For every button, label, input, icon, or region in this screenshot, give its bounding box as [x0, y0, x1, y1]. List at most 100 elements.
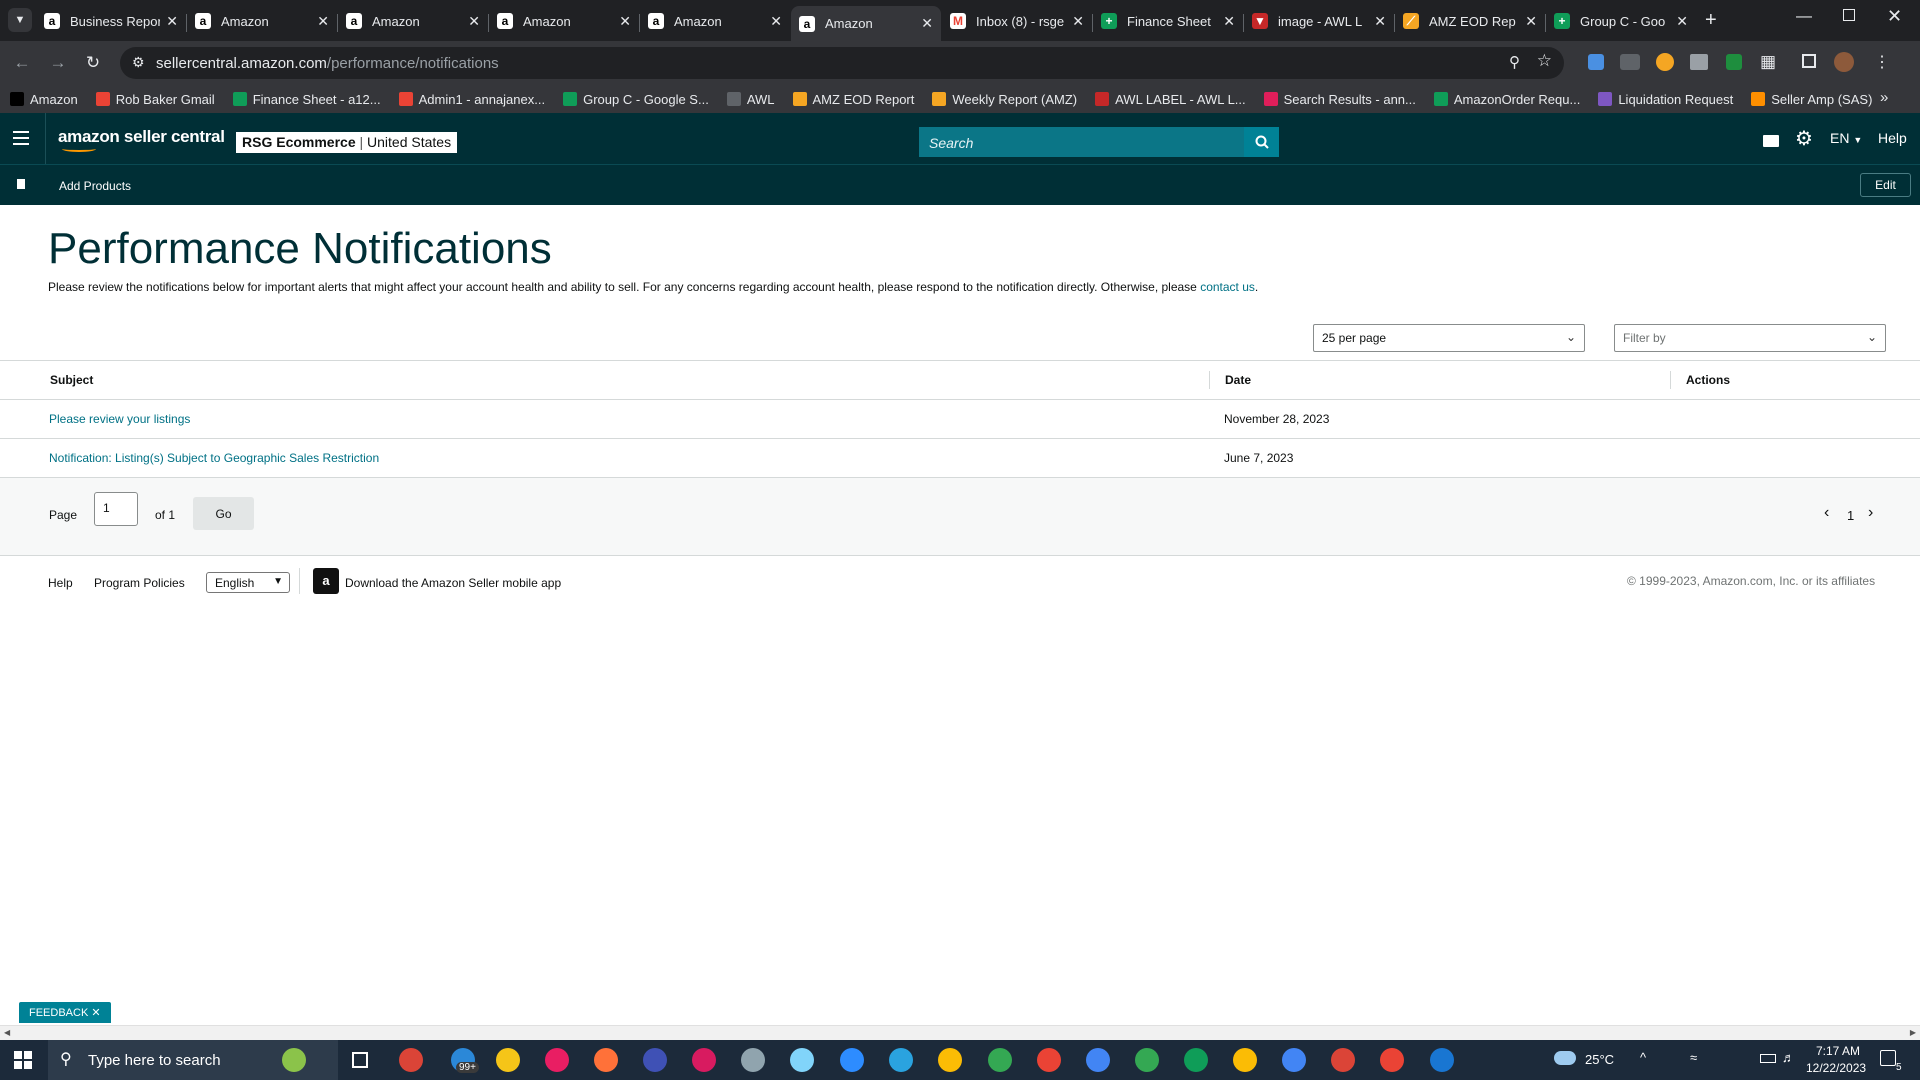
app-icon[interactable]: [545, 1048, 569, 1072]
account-switcher[interactable]: RSG Ecommerce | United States: [236, 132, 458, 153]
close-tab-icon[interactable]: ✕: [619, 13, 631, 30]
side-panel-icon[interactable]: [1802, 54, 1816, 68]
back-icon[interactable]: ←: [11, 53, 33, 73]
browser-tab[interactable]: a Amazon ✕: [187, 6, 337, 36]
wps-icon[interactable]: [692, 1048, 716, 1072]
new-tab-button[interactable]: +: [1705, 8, 1717, 32]
edit-button[interactable]: Edit: [1860, 173, 1911, 197]
browser-tab[interactable]: a Amazon ✕: [640, 6, 790, 36]
calculator-icon[interactable]: [643, 1048, 667, 1072]
language-dropdown[interactable]: English ▼: [206, 572, 290, 593]
windows-start-icon[interactable]: [14, 1051, 32, 1069]
zoom-icon[interactable]: [840, 1048, 864, 1072]
browser-tab[interactable]: ▼ image - AWL L ✕: [1244, 6, 1394, 36]
close-icon[interactable]: ✕: [91, 1007, 100, 1019]
close-window-button[interactable]: ✕: [1887, 6, 1902, 27]
profile-avatar[interactable]: [1834, 52, 1854, 72]
close-tab-icon[interactable]: ✕: [1072, 13, 1084, 30]
browser-tab[interactable]: a Amazon ✕: [338, 6, 488, 36]
close-tab-icon[interactable]: ✕: [921, 15, 933, 32]
close-tab-icon[interactable]: ✕: [1223, 13, 1235, 30]
extension-image-icon[interactable]: [1690, 54, 1708, 70]
bookmark-icon[interactable]: [17, 179, 25, 189]
date-header[interactable]: Date: [1225, 373, 1251, 387]
feedback-button[interactable]: FEEDBACK ✕: [19, 1002, 111, 1023]
browser-menu-icon[interactable]: ⋮: [1874, 52, 1890, 72]
chrome-icon[interactable]: [1184, 1048, 1208, 1072]
chrome-icon[interactable]: [1037, 1048, 1061, 1072]
chrome-icon[interactable]: [988, 1048, 1012, 1072]
messages-icon[interactable]: [1763, 135, 1779, 147]
chrome-icon[interactable]: [1331, 1048, 1355, 1072]
address-bar[interactable]: ⚙ sellercentral.amazon.com/performance/n…: [120, 47, 1564, 79]
clock-time[interactable]: 7:17 AM: [1816, 1044, 1860, 1058]
bookmark-item[interactable]: Weekly Report (AMZ): [932, 92, 1077, 107]
browser-tab[interactable]: + Group C - Goo ✕: [1546, 6, 1696, 36]
site-info-icon[interactable]: ⚙: [132, 54, 145, 71]
bookmark-item[interactable]: AMZ EOD Report: [792, 92, 914, 107]
notes-icon[interactable]: [790, 1048, 814, 1072]
filter-select[interactable]: Filter by ⌄: [1614, 324, 1886, 352]
add-products-link[interactable]: Add Products: [59, 179, 131, 193]
forward-icon[interactable]: →: [47, 53, 69, 73]
bookmark-item[interactable]: AWL: [726, 92, 775, 107]
bookmark-star-icon[interactable]: ☆: [1537, 51, 1552, 71]
bookmark-item[interactable]: Rob Baker Gmail: [95, 92, 215, 107]
browser-tab[interactable]: a Amazon ✕: [791, 6, 941, 41]
extensions-puzzle-icon[interactable]: ▦: [1760, 52, 1776, 72]
browser-tab[interactable]: a Business Repor ✕: [36, 6, 186, 36]
footer-help-link[interactable]: Help: [48, 576, 73, 590]
scroll-right-icon[interactable]: ▶: [1910, 1028, 1916, 1037]
bookmark-item[interactable]: Search Results - ann...: [1263, 92, 1416, 107]
header-help-link[interactable]: Help: [1878, 130, 1907, 146]
page-number-input[interactable]: 1: [94, 492, 138, 526]
next-page-icon[interactable]: ›: [1868, 504, 1873, 522]
download-app-link[interactable]: Download the Amazon Seller mobile app: [345, 576, 561, 590]
scroll-left-icon[interactable]: ◀: [4, 1028, 10, 1037]
minimize-window-button[interactable]: —: [1796, 8, 1812, 26]
browser-tab[interactable]: a Amazon ✕: [489, 6, 639, 36]
file-explorer-icon[interactable]: [496, 1048, 520, 1072]
bookmarks-overflow-icon[interactable]: »: [1880, 89, 1888, 106]
program-policies-link[interactable]: Program Policies: [94, 576, 185, 590]
chrome-icon[interactable]: [1135, 1048, 1159, 1072]
notification-subject-link[interactable]: Please review your listings: [49, 412, 190, 426]
horizontal-scrollbar[interactable]: ◀ ▶: [0, 1025, 1920, 1040]
extension-off-icon[interactable]: [1620, 54, 1640, 70]
chrome-icon[interactable]: [399, 1048, 423, 1072]
chrome-icon[interactable]: [1380, 1048, 1404, 1072]
close-tab-icon[interactable]: ✕: [770, 13, 782, 30]
bookmark-item[interactable]: Admin1 - annajanex...: [398, 92, 545, 107]
show-hidden-icons[interactable]: ^: [1640, 1050, 1646, 1065]
network-icon[interactable]: ≈: [1690, 1050, 1697, 1065]
current-page-number[interactable]: 1: [1847, 508, 1854, 523]
app-icon[interactable]: [741, 1048, 765, 1072]
chrome-icon[interactable]: [1282, 1048, 1306, 1072]
bookmark-item[interactable]: Finance Sheet - a12...: [232, 92, 381, 107]
previous-page-icon[interactable]: ‹: [1824, 504, 1829, 522]
clock-date[interactable]: 12/22/2023: [1806, 1061, 1866, 1075]
language-selector[interactable]: EN ▼: [1830, 130, 1862, 146]
browser-tab[interactable]: + Finance Sheet ✕: [1093, 6, 1243, 36]
search-input[interactable]: Search: [919, 127, 1244, 157]
bookmark-item[interactable]: Seller Amp (SAS): [1751, 92, 1872, 107]
reload-icon[interactable]: ↻: [82, 53, 104, 73]
close-tab-icon[interactable]: ✕: [1525, 13, 1537, 30]
bookmark-item[interactable]: AmazonOrder Requ...: [1433, 92, 1580, 107]
close-tab-icon[interactable]: ✕: [468, 13, 480, 30]
volume-icon[interactable]: ♬: [1782, 1050, 1795, 1065]
task-view-icon[interactable]: [352, 1052, 368, 1068]
bookmark-item[interactable]: AWL LABEL - AWL L...: [1095, 92, 1246, 107]
subject-header[interactable]: Subject: [50, 373, 93, 387]
extension-blue-icon[interactable]: [1588, 54, 1604, 70]
browser-tab[interactable]: M Inbox (8) - rsge ✕: [942, 6, 1092, 36]
photos-app-icon[interactable]: [282, 1048, 306, 1072]
chrome-icon[interactable]: [1086, 1048, 1110, 1072]
chrome-icon[interactable]: [938, 1048, 962, 1072]
weather-icon[interactable]: [1554, 1051, 1576, 1065]
zoom-icon[interactable]: ⚲: [1509, 53, 1520, 71]
search-button[interactable]: [1244, 127, 1279, 157]
chrome-icon[interactable]: [1233, 1048, 1257, 1072]
extension-orange-icon[interactable]: [1656, 53, 1674, 71]
hamburger-menu-icon[interactable]: [13, 131, 29, 145]
